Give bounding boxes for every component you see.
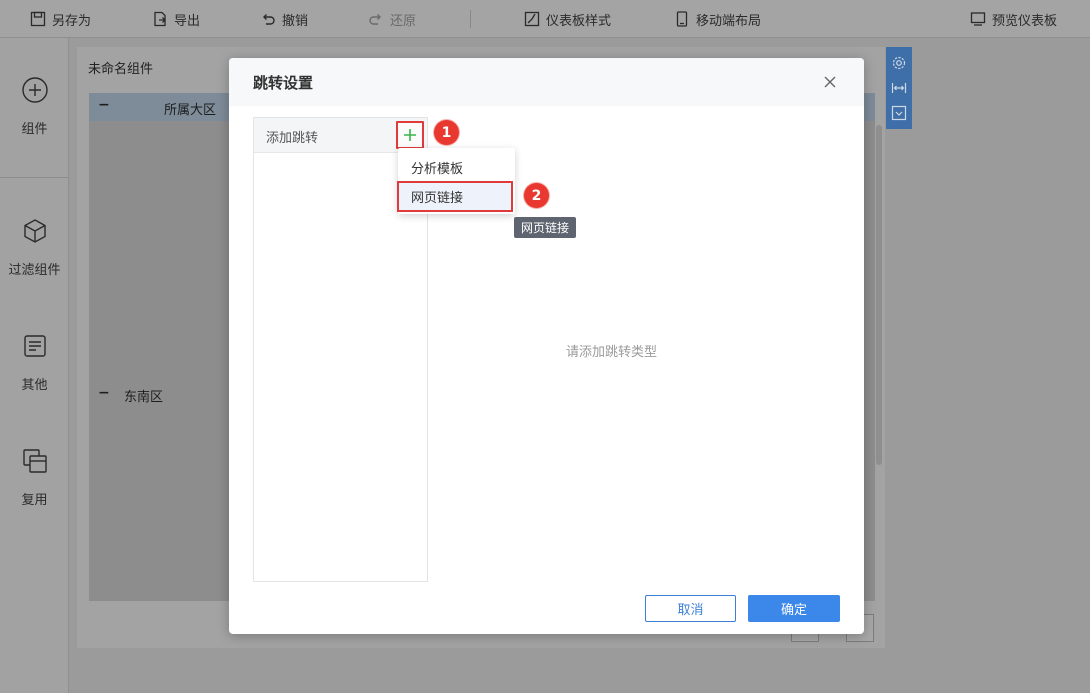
export-icon (152, 11, 168, 27)
step-badge: 1 (434, 120, 459, 145)
jump-settings-dialog: 跳转设置 添加跳转 请添加跳转类型 取消 确定 (229, 58, 864, 634)
close-button[interactable] (821, 73, 839, 91)
empty-hint: 请添加跳转类型 (565, 345, 657, 360)
mobile-layout-label: 移动端布局 (696, 13, 762, 29)
redo-button[interactable]: 还原 (368, 0, 416, 38)
note-icon (21, 332, 49, 360)
preview-dashboard-button[interactable]: 预览仪表板 (970, 0, 1057, 38)
dialog-title: 跳转设置 (253, 74, 314, 92)
undo-button[interactable]: 撤销 (260, 0, 308, 38)
export-button[interactable]: 导出 (152, 0, 200, 38)
left-sidebar: 组件 过滤组件 其他 复用 (0, 38, 69, 693)
palette-icon (524, 11, 540, 27)
toolbar-divider (470, 10, 471, 28)
dashboard-style-button[interactable]: 仪表板样式 (524, 0, 611, 38)
sidebar-divider (0, 177, 69, 178)
monitor-icon (970, 11, 986, 27)
fit-width-icon[interactable] (891, 80, 907, 96)
widget-tool-strip (886, 47, 912, 129)
add-jump-label: 添加跳转 (266, 131, 319, 146)
undo-label: 撤销 (282, 13, 309, 29)
save-as-button[interactable]: 另存为 (30, 0, 91, 38)
plus-icon (404, 129, 416, 141)
undo-icon (260, 11, 276, 27)
chevron-down-icon[interactable] (891, 105, 907, 121)
export-label: 导出 (174, 13, 201, 29)
vertical-scrollbar[interactable] (876, 125, 882, 465)
tooltip: 网页链接 (514, 217, 577, 238)
save-as-label: 另存为 (52, 13, 92, 29)
close-icon (824, 76, 836, 88)
sidebar-item-components[interactable]: 组件 (0, 76, 69, 137)
confirm-button[interactable]: 确定 (748, 595, 840, 622)
sidebar-item-label: 过滤组件 (8, 263, 61, 278)
top-toolbar: 另存为 导出 撤销 还原 仪表板样式 移动端布局 预览仪表板 (0, 0, 1090, 38)
menu-item-web-link[interactable]: 网页链接 (397, 181, 513, 212)
collapse-icon[interactable]: − (98, 97, 110, 113)
cancel-button[interactable]: 取消 (645, 595, 736, 622)
menu-item-analysis-template[interactable]: 分析模板 (398, 153, 515, 181)
redo-icon (368, 11, 384, 27)
sidebar-item-other[interactable]: 其他 (0, 332, 69, 393)
mobile-layout-button[interactable]: 移动端布局 (674, 0, 761, 38)
gear-icon[interactable] (891, 55, 907, 71)
dashboard-style-label: 仪表板样式 (546, 13, 612, 29)
table-row-southeast: 东南区 (124, 390, 164, 405)
sidebar-item-filter[interactable]: 过滤组件 (0, 217, 69, 278)
sidebar-item-label: 组件 (21, 122, 48, 137)
add-jump-button[interactable] (396, 121, 424, 149)
plus-circle-icon (21, 76, 49, 104)
cube-icon (21, 217, 49, 245)
sidebar-item-label: 其他 (21, 378, 48, 393)
preview-dashboard-label: 预览仪表板 (992, 13, 1058, 29)
copy-icon (21, 447, 49, 475)
mobile-icon (674, 11, 690, 27)
table-header-region: 所属大区 (164, 103, 217, 118)
save-icon (30, 11, 46, 27)
step-badge: 2 (524, 183, 549, 208)
jump-type-menu: 分析模板 网页链接 (397, 148, 515, 214)
sidebar-item-label: 复用 (21, 493, 48, 508)
dialog-header: 跳转设置 (229, 58, 864, 106)
collapse-icon[interactable]: − (98, 385, 110, 401)
table-column-edge (864, 125, 876, 595)
redo-label: 还原 (390, 13, 417, 29)
sidebar-item-reuse[interactable]: 复用 (0, 447, 69, 508)
widget-title: 未命名组件 (88, 62, 154, 77)
